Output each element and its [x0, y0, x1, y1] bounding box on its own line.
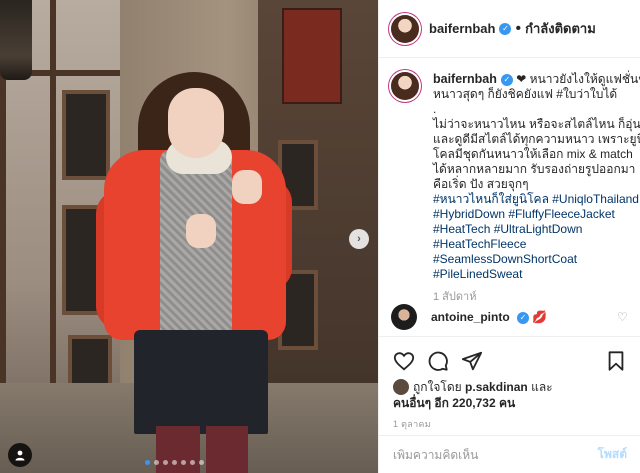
likes-count[interactable]: 220,732 [452, 396, 495, 410]
heart-emoji: ❤ [516, 72, 527, 86]
carousel-dot [199, 460, 204, 465]
carousel-dot [190, 460, 195, 465]
window [62, 90, 110, 180]
caption-username[interactable]: baifernbah [433, 72, 497, 86]
comment-body: 💋 [532, 310, 548, 324]
following-button[interactable]: กำลังติดตาม [525, 18, 596, 39]
carousel-dot [181, 460, 186, 465]
verified-icon: ✓ [517, 312, 530, 324]
post-sidebar: baifernbah ✓ • กำลังติดตาม baifernbah ✓ ❤… [378, 0, 640, 473]
post-comment-button[interactable]: โพสต์ [598, 445, 627, 464]
likes-prefix: ถูกใจโดย [413, 380, 462, 394]
comment-input[interactable] [393, 447, 583, 462]
caption-line: หนาวสุดๆ ก็ยังชิคยังแฟ #ใบว่าใบได้ [433, 87, 618, 101]
share-icon[interactable] [461, 350, 483, 372]
caption-line: หนาวยังไงให้ดูแฟชั่นชิค [529, 72, 640, 86]
carousel-dots [145, 460, 204, 465]
skirt [134, 330, 268, 434]
tag-people-icon[interactable] [8, 443, 32, 467]
likes-summary: ถูกใจโดย p.sakdinan และ คนอื่นๆ อีก 220,… [393, 379, 629, 411]
heart-icon[interactable] [393, 350, 415, 372]
caption-line: ได้หลากหลายมาก รับรองถ่ายรูปออกมา [433, 162, 636, 176]
comment-item: antoine_pinto ✓ 💋 ♡ [391, 304, 637, 332]
hand [232, 170, 262, 204]
bookmark-icon[interactable] [605, 350, 627, 372]
street-lamp [0, 0, 32, 80]
action-icons [393, 350, 483, 372]
heart-icon[interactable]: ♡ [617, 310, 628, 324]
legs [156, 426, 248, 473]
caption-line: . [433, 102, 437, 116]
avatar[interactable] [391, 72, 419, 100]
add-comment-bar: โพสต์ [379, 435, 640, 473]
hashtag-link[interactable]: #HeatTechFleece [433, 237, 637, 252]
likes-others-label[interactable]: คนอื่นๆ อีก [393, 396, 449, 410]
avatar[interactable] [393, 379, 409, 395]
caption-line: โคลมีชุดกันหนาวให้เลือก mix & match [433, 147, 633, 161]
comment-icon[interactable] [427, 350, 449, 372]
username-link[interactable]: baifernbah [429, 21, 495, 36]
avatar[interactable] [391, 304, 417, 330]
caption-line: ไม่ว่าจะหนาวไหน หรือจะสไตล์ไหน ก็อุ่น [433, 117, 640, 131]
caption-line: คือเริ่ด ปัง สวยจุกๆ [433, 177, 529, 191]
carousel-dot [163, 460, 168, 465]
hashtag-link[interactable]: #HybridDown #FluffyFleeceJacket [433, 207, 637, 222]
likes-unit: คน [498, 396, 516, 410]
carousel-dot [154, 460, 159, 465]
likes-and: และ [531, 380, 553, 394]
liker-username[interactable]: p.sakdinan [465, 380, 528, 394]
hand [186, 214, 216, 248]
verified-icon: ✓ [500, 74, 513, 86]
separator: • [515, 19, 522, 37]
post-date[interactable]: 1 ตุลาคม [393, 417, 431, 431]
caption-line: และดูดีมีสไตล์ได้ทุกความหนาว เพราะยูนิ [433, 132, 640, 146]
post-actions: ถูกใจโดย p.sakdinan และ คนอื่นๆ อีก 220,… [379, 336, 640, 448]
comment-text: antoine_pinto ✓ 💋 [431, 310, 547, 324]
comment-username[interactable]: antoine_pinto [431, 310, 510, 324]
carousel-dot [172, 460, 177, 465]
hashtag-link[interactable]: #หนาวไหนก็ใส่ยูนิโคล #UniqloThailand [433, 192, 639, 207]
carousel-dot [145, 460, 150, 465]
post-photo[interactable]: › [0, 0, 378, 473]
verified-icon: ✓ [499, 22, 512, 35]
woman-face [168, 88, 224, 158]
avatar[interactable] [391, 14, 419, 43]
hashtag-link[interactable]: #PileLinedSweat [433, 267, 637, 282]
hashtag-link[interactable]: #SeamlessDownShortCoat [433, 252, 637, 267]
hashtag-link[interactable]: #HeatTech #UltraLightDown [433, 222, 637, 237]
comments-scroll[interactable]: baifernbah✓ ❤ หนาวยังไงให้ดูแฟชั่นชิค หน… [379, 58, 640, 336]
post-header: baifernbah ✓ • กำลังติดตาม [379, 0, 640, 58]
shop-sign [282, 8, 342, 104]
caption-body: baifernbah✓ ❤ หนาวยังไงให้ดูแฟชั่นชิค หน… [433, 72, 640, 305]
caption-time[interactable]: 1 สัปดาห์ [433, 290, 637, 305]
chevron-right-icon[interactable]: › [349, 229, 369, 249]
